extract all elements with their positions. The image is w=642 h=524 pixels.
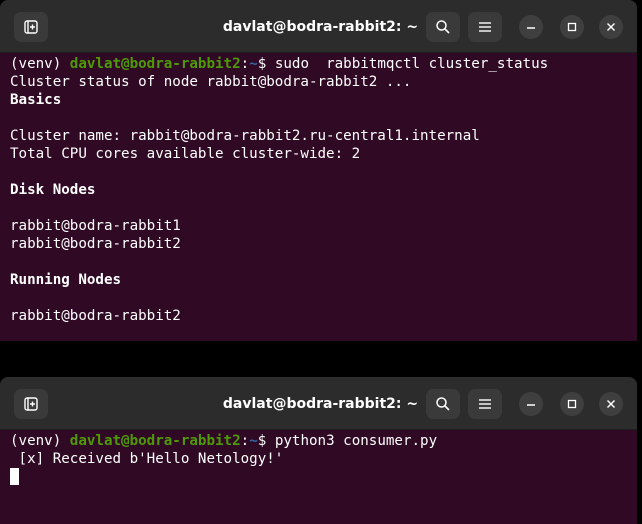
cursor-line (10, 468, 627, 486)
new-tab-icon (24, 20, 38, 34)
menu-button[interactable] (468, 389, 502, 419)
hamburger-menu-icon (479, 22, 491, 32)
maximize-button[interactable] (560, 15, 584, 39)
output-line: rabbit@bodra-rabbit1 (10, 218, 181, 234)
close-icon (607, 400, 615, 408)
close-button[interactable] (599, 392, 623, 416)
terminal-window-1: davlat@bodra-rabbit2: ~ (venv) davlat@bo… (0, 0, 637, 341)
output-heading: Running Nodes (10, 272, 122, 288)
minimize-icon (527, 404, 535, 406)
minimize-button[interactable] (519, 15, 543, 39)
prompt-colon: : (240, 56, 250, 72)
minimize-button[interactable] (519, 392, 543, 416)
prompt-line: (venv) davlat@bodra-rabbit2:~$ python3 c… (10, 432, 627, 450)
output-line: Cluster name: rabbit@bodra-rabbit2.ru-ce… (10, 128, 480, 144)
output-line: Cluster status of node rabbit@bodra-rabb… (10, 74, 412, 90)
titlebar[interactable]: davlat@bodra-rabbit2: ~ (0, 377, 637, 430)
titlebar[interactable]: davlat@bodra-rabbit2: ~ (0, 0, 637, 53)
new-tab-button[interactable] (14, 389, 48, 419)
prompt-path: ~ (249, 56, 258, 72)
prompt-line: (venv) davlat@bodra-rabbit2:~$ sudo rabb… (10, 55, 627, 73)
search-button[interactable] (426, 12, 460, 42)
maximize-icon (567, 399, 577, 409)
output-heading: Basics (10, 92, 62, 108)
prompt-path: ~ (249, 433, 258, 449)
venv-label: (venv) (10, 56, 70, 72)
new-tab-button[interactable] (14, 12, 48, 42)
close-icon (607, 23, 615, 31)
menu-button[interactable] (468, 12, 502, 42)
prompt-user-host: davlat@bodra-rabbit2 (69, 433, 241, 449)
minimize-icon (527, 27, 535, 29)
prompt-command: sudo rabbitmqctl cluster_status (274, 56, 549, 72)
prompt-command: python3 consumer.py (274, 433, 438, 449)
hamburger-menu-icon (479, 399, 491, 409)
close-button[interactable] (599, 15, 623, 39)
prompt-colon: : (240, 433, 250, 449)
new-tab-icon (24, 397, 38, 411)
prompt-symbol: $ (257, 433, 275, 449)
maximize-icon (567, 22, 577, 32)
terminal-output[interactable]: (venv) davlat@bodra-rabbit2:~$ sudo rabb… (0, 53, 637, 325)
search-icon (436, 20, 450, 34)
prompt-user-host: davlat@bodra-rabbit2 (69, 56, 241, 72)
output-line: rabbit@bodra-rabbit2 (10, 236, 181, 252)
output-line: Total CPU cores available cluster-wide: … (10, 146, 361, 162)
output-line: rabbit@bodra-rabbit2 (10, 308, 181, 324)
output-line: [x] Received b'Hello Netology!' (10, 451, 284, 467)
prompt-symbol: $ (257, 56, 275, 72)
terminal-window-2: davlat@bodra-rabbit2: ~ (venv) davlat@bo… (0, 377, 637, 524)
search-icon (436, 397, 450, 411)
output-heading: Disk Nodes (10, 182, 96, 198)
terminal-cursor (10, 468, 19, 485)
maximize-button[interactable] (560, 392, 584, 416)
venv-label: (venv) (10, 433, 70, 449)
search-button[interactable] (426, 389, 460, 419)
terminal-output[interactable]: (venv) davlat@bodra-rabbit2:~$ python3 c… (0, 430, 637, 486)
